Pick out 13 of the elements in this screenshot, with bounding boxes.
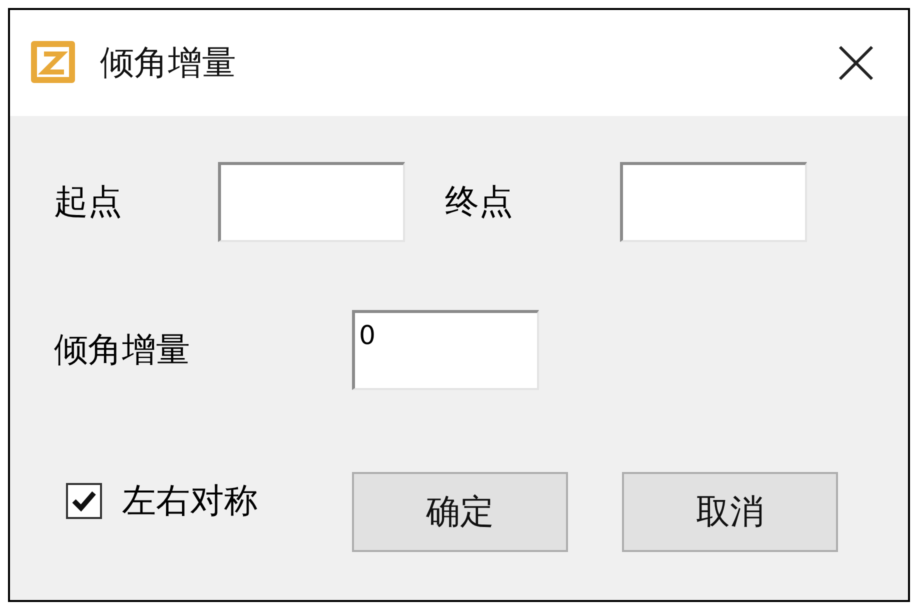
input-field[interactable]: 0 <box>352 310 539 390</box>
field-label: 起点 <box>54 180 123 224</box>
input-field[interactable] <box>620 162 807 242</box>
dialog-button[interactable]: 确定 <box>352 472 568 552</box>
field-label: 终点 <box>445 180 514 224</box>
close-icon <box>838 45 874 81</box>
checkbox-label: 左右对称 <box>122 480 258 522</box>
dialog-button[interactable]: 取消 <box>622 472 838 552</box>
checkbox[interactable] <box>66 483 102 519</box>
window-title: 倾角增量 <box>100 42 236 84</box>
field-label: 倾角增量 <box>54 328 191 372</box>
app-logo-icon <box>28 40 78 86</box>
input-field[interactable] <box>218 162 405 242</box>
